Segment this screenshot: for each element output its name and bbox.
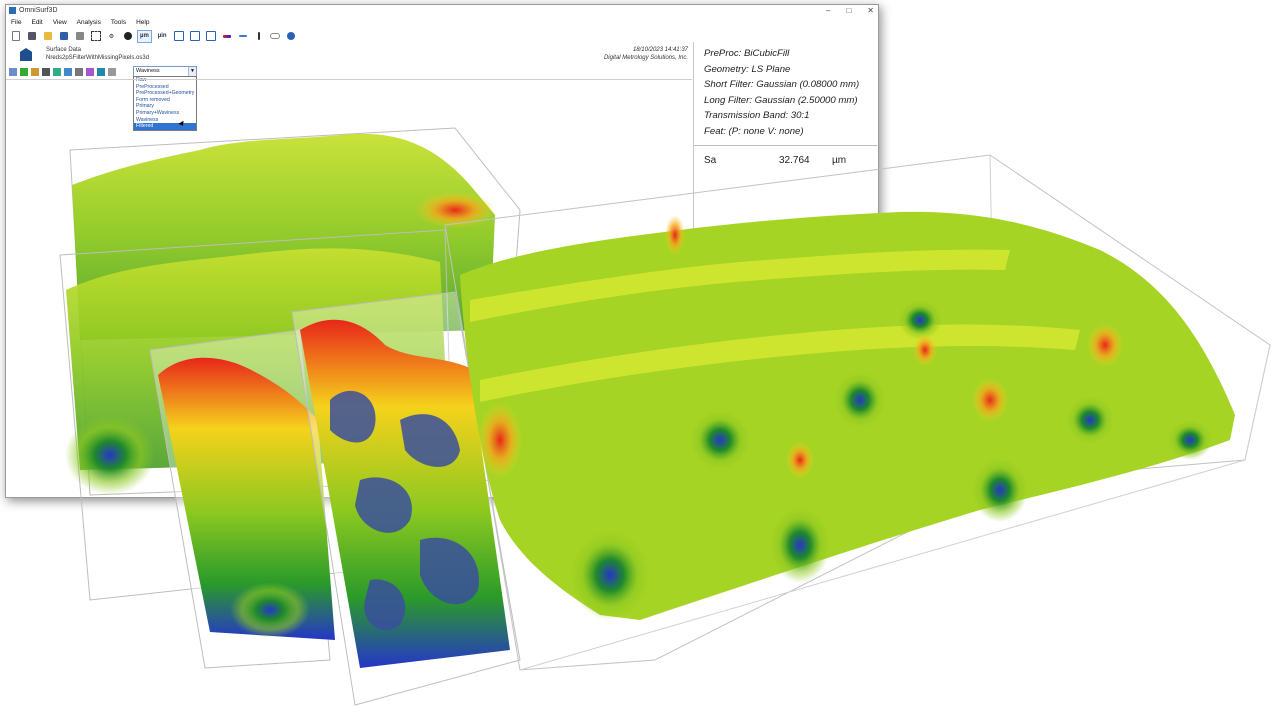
valley-region bbox=[1066, 396, 1114, 444]
peak-region bbox=[913, 334, 937, 366]
valley-region bbox=[1168, 420, 1212, 460]
grid-line bbox=[1244, 344, 1271, 461]
valley-region bbox=[770, 507, 830, 583]
peak-region bbox=[1087, 323, 1123, 367]
peak-region bbox=[478, 402, 522, 478]
valley-region bbox=[834, 372, 886, 428]
valley-region bbox=[65, 415, 155, 495]
valley-region bbox=[690, 410, 750, 470]
surface-plots-illustration bbox=[59, 127, 1271, 706]
valley-region bbox=[230, 582, 310, 638]
valley-region bbox=[972, 458, 1028, 522]
valley-region bbox=[570, 530, 650, 620]
valley-region bbox=[898, 300, 942, 340]
peak-region bbox=[415, 192, 495, 228]
surface-layer-filtered bbox=[444, 154, 1271, 671]
peak-region bbox=[786, 442, 814, 478]
peak-region bbox=[665, 215, 685, 255]
peak-region bbox=[972, 378, 1008, 422]
